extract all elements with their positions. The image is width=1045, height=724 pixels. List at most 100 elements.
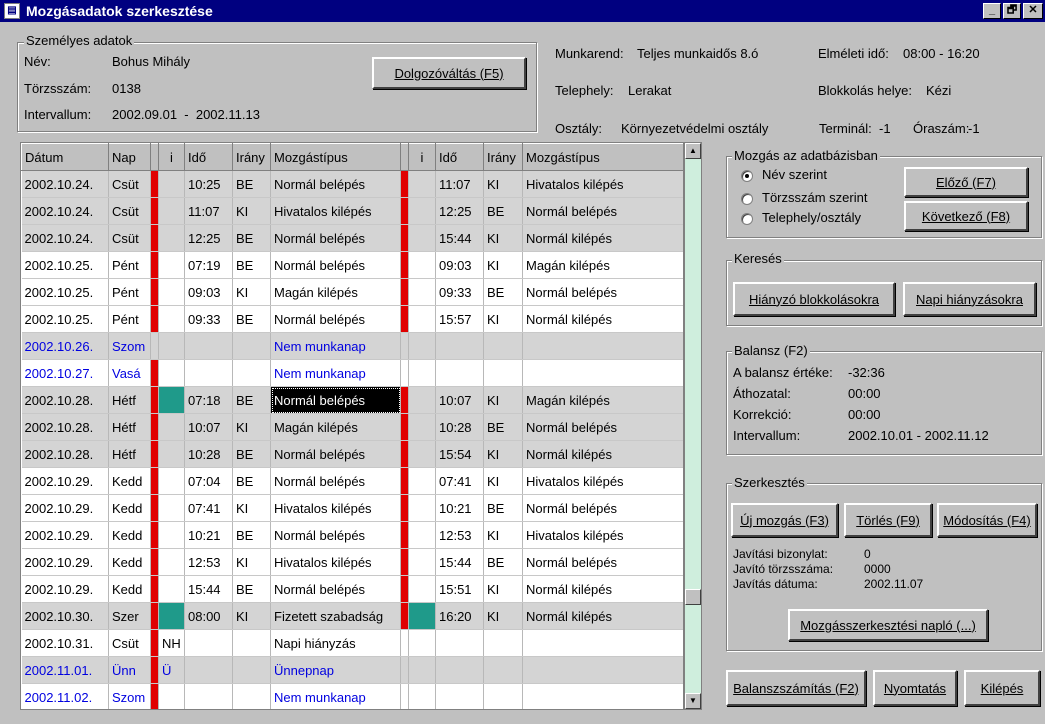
cell-flag-1[interactable] bbox=[158, 386, 185, 414]
cell-movement-type-2[interactable]: Normál belépés bbox=[522, 413, 683, 441]
cell-flag-2[interactable] bbox=[408, 629, 436, 657]
cell-marker-2[interactable] bbox=[400, 386, 409, 414]
cell-day[interactable]: Csüt bbox=[108, 197, 151, 225]
table-row[interactable]: 2002.10.28. Hétf 10:07 KI Magán kilépés 10:28… bbox=[21, 413, 683, 441]
cell-direction-1[interactable]: KI bbox=[232, 413, 271, 441]
cell-time-2[interactable]: 09:03 bbox=[435, 251, 484, 279]
cell-date[interactable]: 2002.10.30. bbox=[21, 602, 109, 630]
cell-movement-type-2[interactable] bbox=[522, 359, 683, 387]
daily-absences-button[interactable]: Napi hiányzásokra bbox=[903, 282, 1036, 316]
exit-button[interactable]: Kilépés bbox=[964, 670, 1040, 706]
scroll-thumb[interactable] bbox=[685, 589, 701, 605]
maximize-button[interactable]: 🗗 bbox=[1003, 3, 1021, 19]
cell-marker-1[interactable] bbox=[150, 224, 159, 252]
cell-time-2[interactable]: 11:07 bbox=[435, 170, 484, 198]
cell-time-1[interactable]: 09:03 bbox=[184, 278, 233, 306]
cell-movement-type-1[interactable]: Normál belépés bbox=[270, 575, 401, 603]
cell-time-2[interactable]: 15:57 bbox=[435, 305, 484, 333]
cell-direction-2[interactable]: KI bbox=[483, 575, 523, 603]
cell-movement-type-2[interactable]: Normál belépés bbox=[522, 548, 683, 576]
cell-direction-2[interactable]: KI bbox=[483, 386, 523, 414]
close-button[interactable]: ✕ bbox=[1023, 3, 1043, 19]
cell-direction-1[interactable] bbox=[232, 359, 271, 387]
cell-direction-2[interactable]: BE bbox=[483, 197, 523, 225]
cell-day[interactable]: Hétf bbox=[108, 440, 151, 468]
edit-log-button[interactable]: Mozgásszerkesztési napló (...) bbox=[788, 609, 988, 641]
cell-direction-2[interactable]: KI bbox=[483, 224, 523, 252]
table-row[interactable]: 2002.10.30. Szer 08:00 KI Fizetett szabadság… bbox=[21, 602, 683, 630]
cell-marker-2[interactable] bbox=[400, 251, 409, 279]
cell-flag-2[interactable] bbox=[408, 386, 436, 414]
table-row[interactable]: 2002.10.24. Csüt 10:25 BE Normál belépés 11:0… bbox=[21, 170, 683, 198]
cell-direction-1[interactable]: BE bbox=[232, 251, 271, 279]
cell-marker-1[interactable] bbox=[150, 413, 159, 441]
cell-marker-2[interactable] bbox=[400, 224, 409, 252]
cell-date[interactable]: 2002.10.27. bbox=[21, 359, 109, 387]
cell-date[interactable]: 2002.10.25. bbox=[21, 305, 109, 333]
col-header-marker-2[interactable] bbox=[400, 143, 409, 171]
cell-direction-2[interactable]: KI bbox=[483, 521, 523, 549]
table-row[interactable]: 2002.11.01. Ünn Ü Ünnepnap bbox=[21, 656, 683, 684]
cell-movement-type-2[interactable]: Normál kilépés bbox=[522, 224, 683, 252]
cell-flag-2[interactable] bbox=[408, 440, 436, 468]
previous-button[interactable]: Előző (F7) bbox=[904, 167, 1028, 197]
cell-marker-2[interactable] bbox=[400, 413, 409, 441]
cell-marker-2[interactable] bbox=[400, 629, 409, 657]
cell-flag-1[interactable] bbox=[158, 440, 185, 468]
cell-movement-type-1[interactable]: Magán kilépés bbox=[270, 278, 401, 306]
cell-flag-1[interactable] bbox=[158, 359, 185, 387]
cell-direction-2[interactable] bbox=[483, 332, 523, 360]
table-row[interactable]: 2002.10.24. Csüt 12:25 BE Normál belépés 15:4… bbox=[21, 224, 683, 252]
print-button[interactable]: Nyomtatás bbox=[873, 670, 957, 706]
cell-marker-1[interactable] bbox=[150, 629, 159, 657]
cell-date[interactable]: 2002.10.24. bbox=[21, 224, 109, 252]
col-header-flag-2[interactable]: i bbox=[408, 143, 436, 171]
cell-movement-type-1[interactable]: Hivatalos kilépés bbox=[270, 494, 401, 522]
col-header-date[interactable]: Dátum bbox=[21, 143, 109, 171]
cell-marker-2[interactable] bbox=[400, 602, 409, 630]
cell-time-1[interactable]: 11:07 bbox=[184, 197, 233, 225]
radio-by-name-label[interactable]: Név szerint bbox=[762, 167, 827, 182]
cell-day[interactable]: Szom bbox=[108, 332, 151, 360]
cell-direction-2[interactable]: KI bbox=[483, 602, 523, 630]
cell-time-1[interactable]: 09:33 bbox=[184, 305, 233, 333]
radio-by-id[interactable] bbox=[741, 193, 753, 205]
cell-direction-1[interactable] bbox=[232, 683, 271, 709]
cell-date[interactable]: 2002.11.02. bbox=[21, 683, 109, 709]
cell-direction-1[interactable] bbox=[232, 656, 271, 684]
cell-marker-1[interactable] bbox=[150, 548, 159, 576]
cell-time-1[interactable] bbox=[184, 629, 233, 657]
cell-day[interactable]: Pént bbox=[108, 251, 151, 279]
cell-marker-1[interactable] bbox=[150, 575, 159, 603]
cell-direction-1[interactable]: KI bbox=[232, 548, 271, 576]
cell-direction-2[interactable]: BE bbox=[483, 278, 523, 306]
cell-marker-1[interactable] bbox=[150, 251, 159, 279]
cell-marker-2[interactable] bbox=[400, 170, 409, 198]
table-row[interactable]: 2002.10.27. Vasá Nem munkanap bbox=[21, 359, 683, 387]
scroll-up-button[interactable]: ▲ bbox=[685, 143, 701, 159]
cell-movement-type-2[interactable]: Normál kilépés bbox=[522, 440, 683, 468]
cell-date[interactable]: 2002.10.29. bbox=[21, 575, 109, 603]
cell-date[interactable]: 2002.10.28. bbox=[21, 413, 109, 441]
cell-marker-1[interactable] bbox=[150, 386, 159, 414]
cell-flag-2[interactable] bbox=[408, 602, 436, 630]
cell-flag-1[interactable] bbox=[158, 278, 185, 306]
cell-movement-type-2[interactable]: Normál belépés bbox=[522, 197, 683, 225]
cell-movement-type-2[interactable]: Normál belépés bbox=[522, 494, 683, 522]
cell-flag-2[interactable] bbox=[408, 224, 436, 252]
cell-direction-1[interactable]: BE bbox=[232, 440, 271, 468]
cell-date[interactable]: 2002.10.28. bbox=[21, 386, 109, 414]
cell-time-2[interactable] bbox=[435, 629, 484, 657]
cell-movement-type-2[interactable]: Hivatalos kilépés bbox=[522, 521, 683, 549]
cell-direction-1[interactable]: BE bbox=[232, 575, 271, 603]
cell-day[interactable]: Pént bbox=[108, 305, 151, 333]
cell-time-1[interactable] bbox=[184, 359, 233, 387]
cell-flag-2[interactable] bbox=[408, 548, 436, 576]
col-header-direction-2[interactable]: Irány bbox=[483, 143, 523, 171]
cell-marker-1[interactable] bbox=[150, 494, 159, 522]
cell-direction-1[interactable]: BE bbox=[232, 170, 271, 198]
col-header-time[interactable]: Idő bbox=[184, 143, 233, 171]
cell-marker-1[interactable] bbox=[150, 305, 159, 333]
cell-time-2[interactable]: 15:51 bbox=[435, 575, 484, 603]
cell-movement-type-2[interactable]: Magán kilépés bbox=[522, 251, 683, 279]
